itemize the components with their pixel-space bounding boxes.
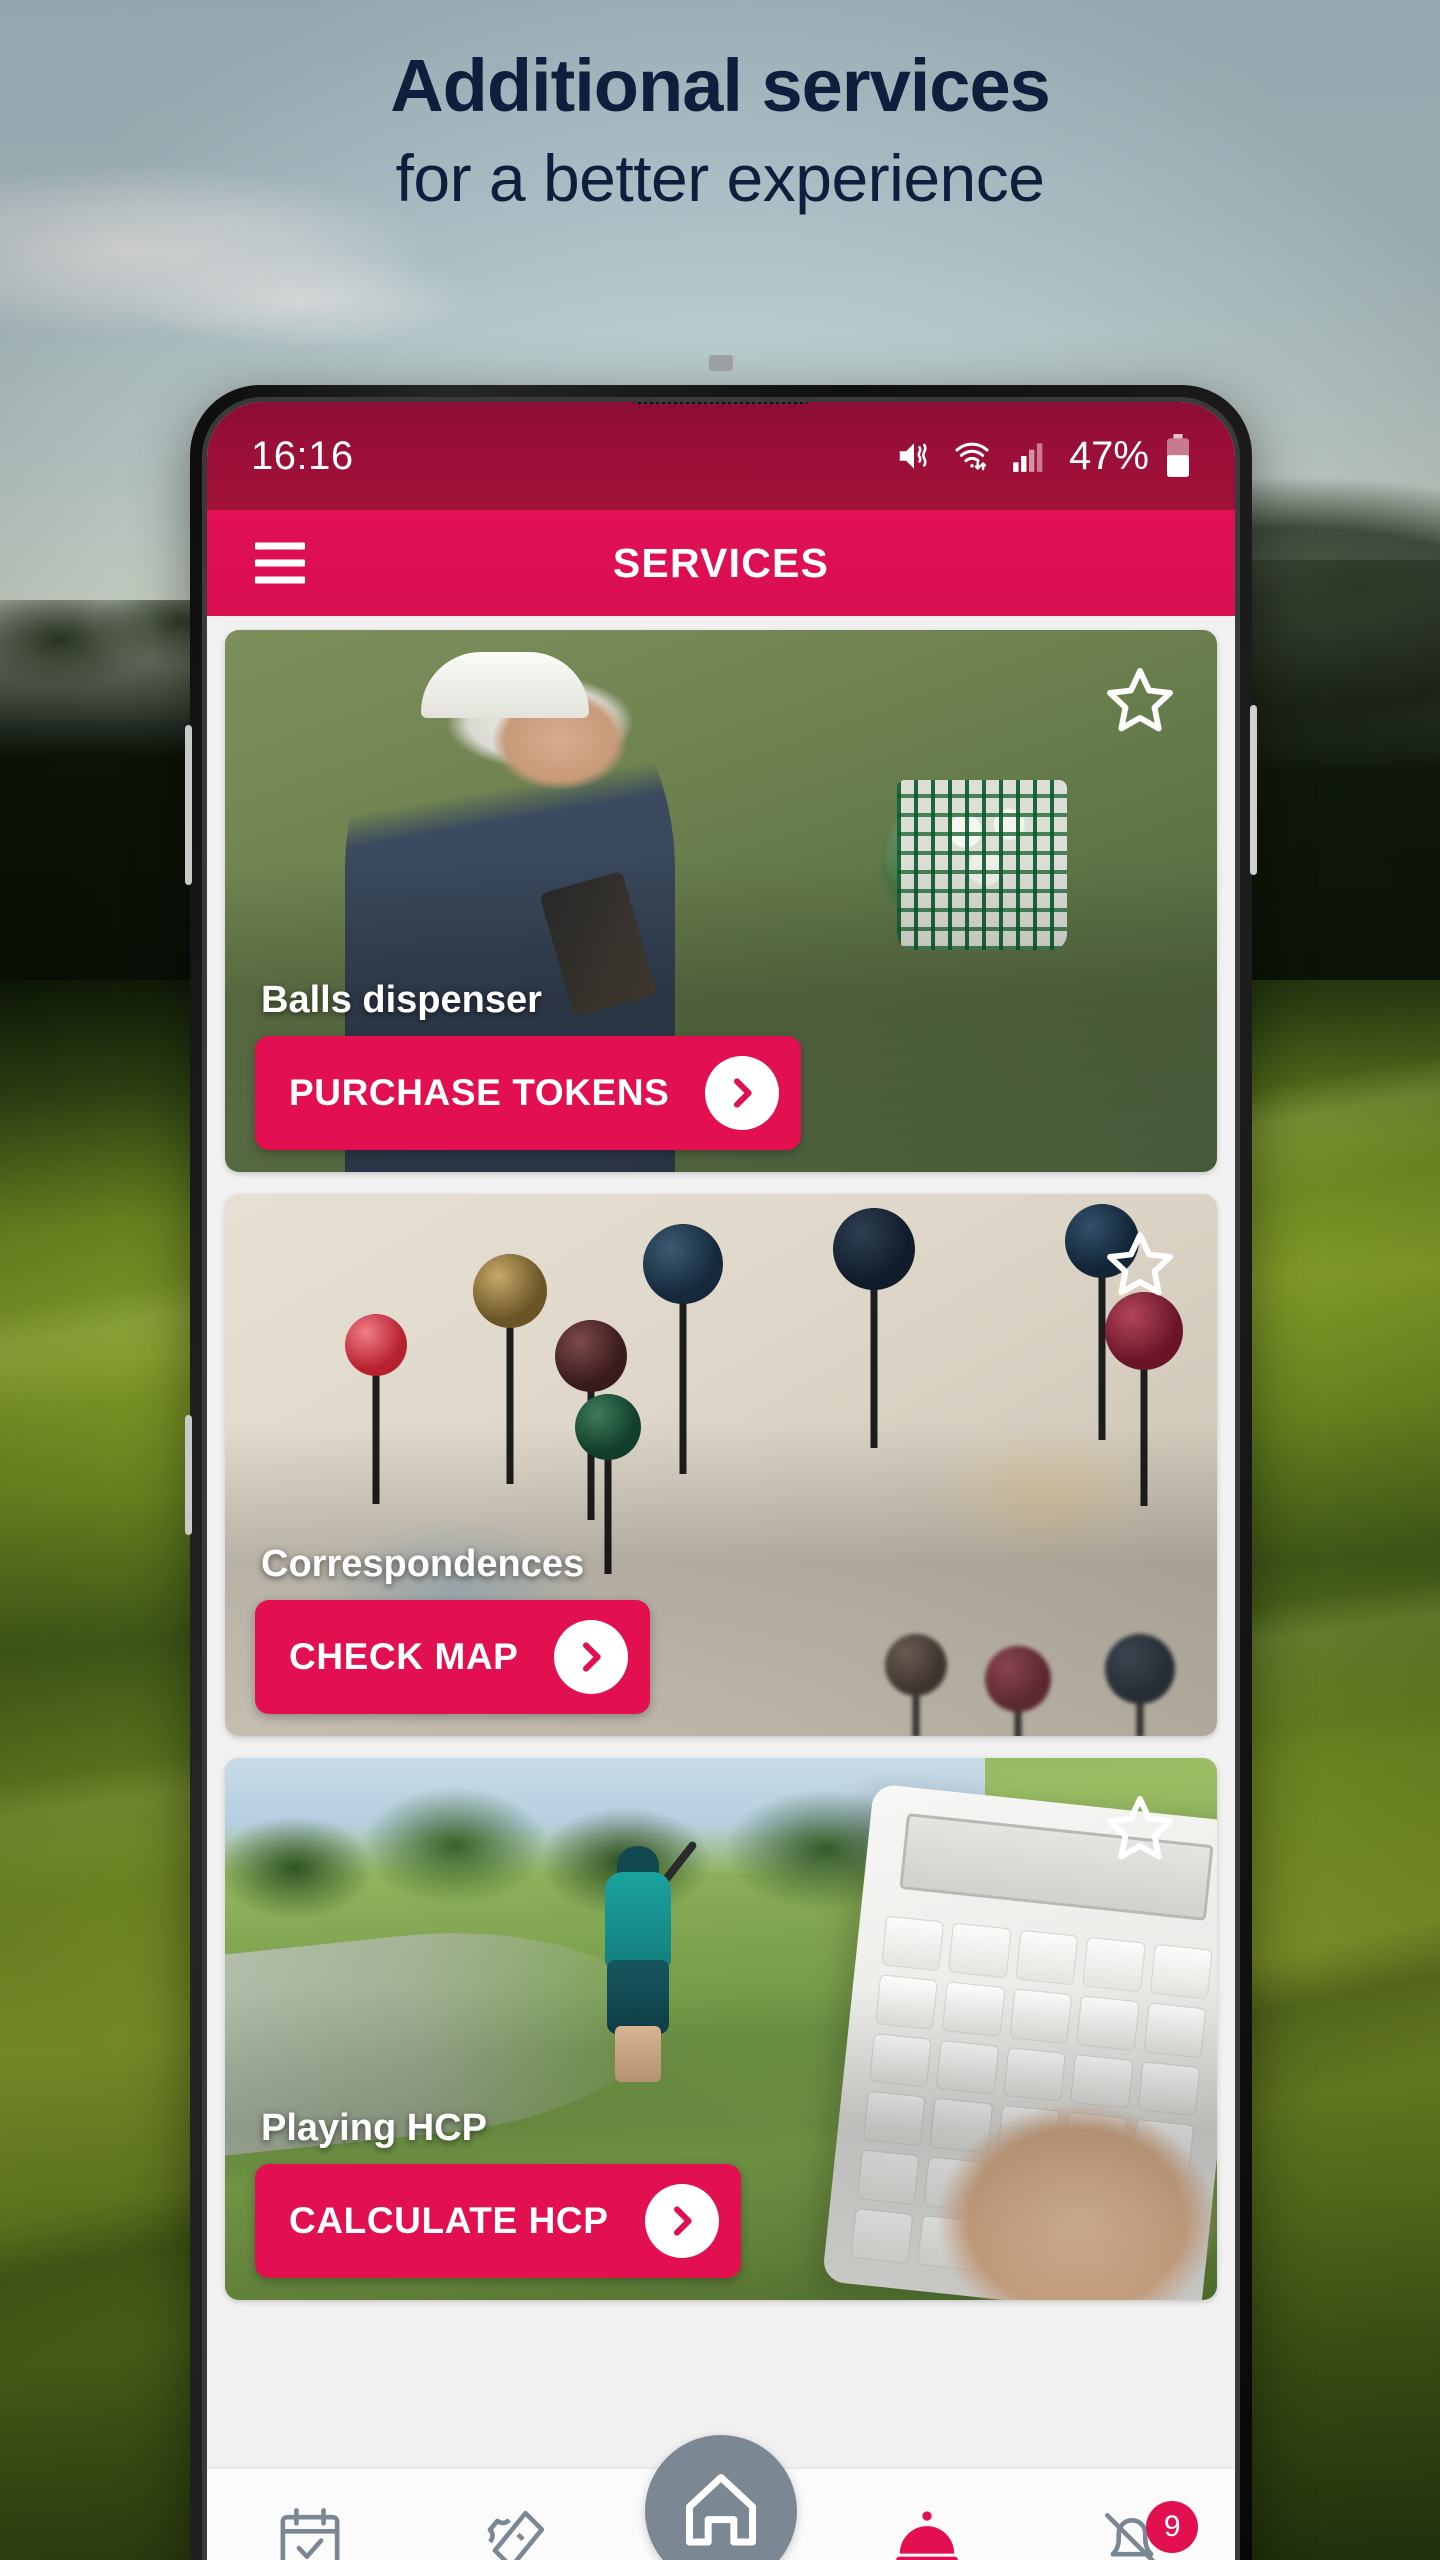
phone-speaker-grille: [632, 402, 810, 404]
headline-line-2: for a better experience: [395, 141, 1045, 216]
card-title: Correspondences: [261, 1543, 585, 1585]
cta-label: PURCHASE TOKENS: [289, 1072, 670, 1113]
check-map-button[interactable]: CHECK MAP: [255, 1600, 651, 1714]
purchase-tokens-button[interactable]: PURCHASE TOKENS: [255, 1036, 802, 1150]
page-title: SERVICES: [612, 539, 830, 586]
hamburger-line: [255, 559, 305, 567]
home-icon: [677, 2465, 765, 2558]
nav-item-bookings[interactable]: [207, 2469, 413, 2560]
phone-bezel: 16:16 47% SERVICES Balls dispenser PURCH…: [202, 397, 1240, 2560]
notification-badge: 9: [1146, 2501, 1199, 2553]
hamburger-line: [255, 576, 305, 584]
ticket-icon: [478, 2503, 552, 2560]
signal-bars-icon: [1009, 437, 1049, 475]
service-card-playing-hcp[interactable]: Playing HCP CALCULATE HCP: [225, 1758, 1217, 2300]
nav-item-home[interactable]: [618, 2435, 824, 2560]
hamburger-line: [255, 542, 305, 550]
wifi-icon: [949, 437, 995, 475]
phone-screen: 16:16 47% SERVICES Balls dispenser PURCH…: [207, 402, 1235, 2560]
cta-label: CALCULATE HCP: [289, 2200, 609, 2241]
promo-page: Additional services for a better experie…: [0, 0, 1440, 2560]
status-bar-clock: 16:16: [251, 433, 354, 478]
nav-item-tickets[interactable]: [413, 2469, 619, 2560]
hamburger-menu-icon[interactable]: [255, 542, 305, 584]
phone-mockup: 16:16 47% SERVICES Balls dispenser PURCH…: [185, 355, 1257, 2560]
card-title: Playing HCP: [261, 2107, 487, 2149]
calculate-hcp-button[interactable]: CALCULATE HCP: [255, 2164, 741, 2278]
star-outline-icon[interactable]: [1099, 1788, 1181, 1875]
card-title: Balls dispenser: [261, 979, 542, 1021]
battery-percent-label: 47%: [1068, 433, 1149, 478]
chevron-right-icon: [644, 2184, 719, 2258]
service-card-balls-dispenser[interactable]: Balls dispenser PURCHASE TOKENS: [225, 630, 1217, 1172]
chevron-right-icon: [705, 1056, 780, 1130]
mute-vibrate-icon: [893, 437, 935, 475]
battery-icon: [1163, 434, 1193, 478]
cta-label: CHECK MAP: [289, 1636, 519, 1677]
page-headline: Additional services for a better experie…: [0, 48, 1440, 220]
status-bar-icons: 47%: [893, 434, 1193, 479]
phone-earpiece-slot: [709, 355, 733, 371]
service-bell-icon: [890, 2503, 964, 2560]
phone-power-button[interactable]: [1250, 705, 1257, 875]
star-outline-icon[interactable]: [1099, 1224, 1181, 1311]
app-bar: SERVICES: [207, 510, 1235, 616]
status-bar: 16:16 47%: [207, 402, 1235, 510]
calendar-check-icon: [273, 2503, 347, 2560]
bottom-navigation-bar: 9: [207, 2435, 1235, 2560]
phone-volume-down-button[interactable]: [185, 1415, 192, 1535]
headline-line-1: Additional services: [390, 44, 1051, 127]
star-outline-icon[interactable]: [1099, 660, 1181, 747]
nav-item-services[interactable]: [824, 2469, 1030, 2560]
service-card-correspondences[interactable]: Correspondences CHECK MAP: [225, 1194, 1217, 1736]
nav-item-notifications[interactable]: 9: [1029, 2469, 1235, 2560]
phone-volume-up-button[interactable]: [185, 725, 192, 885]
chevron-right-icon: [554, 1620, 629, 1694]
services-list[interactable]: Balls dispenser PURCHASE TOKENS Correspo…: [207, 616, 1235, 2467]
